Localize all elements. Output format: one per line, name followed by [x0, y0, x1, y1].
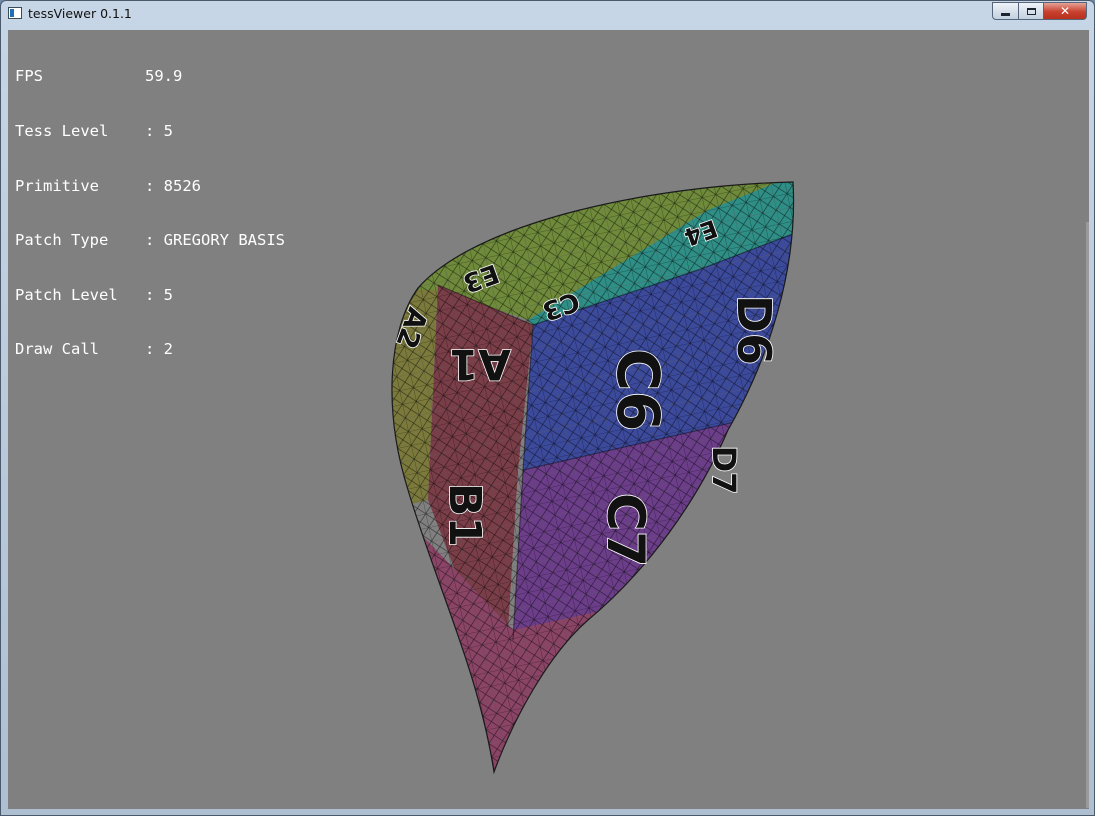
patch-label-a1: A1	[449, 340, 511, 389]
mesh-surface	[391, 182, 794, 772]
tessellated-mesh[interactable]: E3 E4 C3 A1 C6 D6 B1 C7 D7 A2	[8, 30, 1089, 809]
patch-label-c7: C7	[595, 493, 655, 567]
caption-buttons: ✕	[992, 2, 1087, 21]
patch-label-c6: C6	[604, 349, 672, 432]
close-icon: ✕	[1059, 4, 1071, 18]
title-bar[interactable]: tessViewer 0.1.1 ✕	[1, 1, 1094, 27]
patch-label-d7: D7	[705, 446, 743, 495]
patch-label-b1: B1	[439, 483, 490, 547]
app-icon[interactable]	[8, 7, 22, 19]
window-title: tessViewer 0.1.1	[28, 6, 132, 21]
patch-label-d6: D6	[727, 295, 781, 365]
close-button[interactable]: ✕	[1043, 2, 1087, 20]
maximize-button[interactable]	[1018, 2, 1043, 20]
minimize-button[interactable]	[992, 2, 1018, 20]
render-viewport[interactable]: FPS 59.9 Tess Level: 5 Primitive: 8526 Pa…	[8, 30, 1089, 809]
maximize-icon	[1026, 7, 1036, 15]
app-window: tessViewer 0.1.1 ✕ FPS 59.9 Tess Level: 5…	[0, 0, 1095, 816]
minimize-icon	[1001, 12, 1010, 16]
